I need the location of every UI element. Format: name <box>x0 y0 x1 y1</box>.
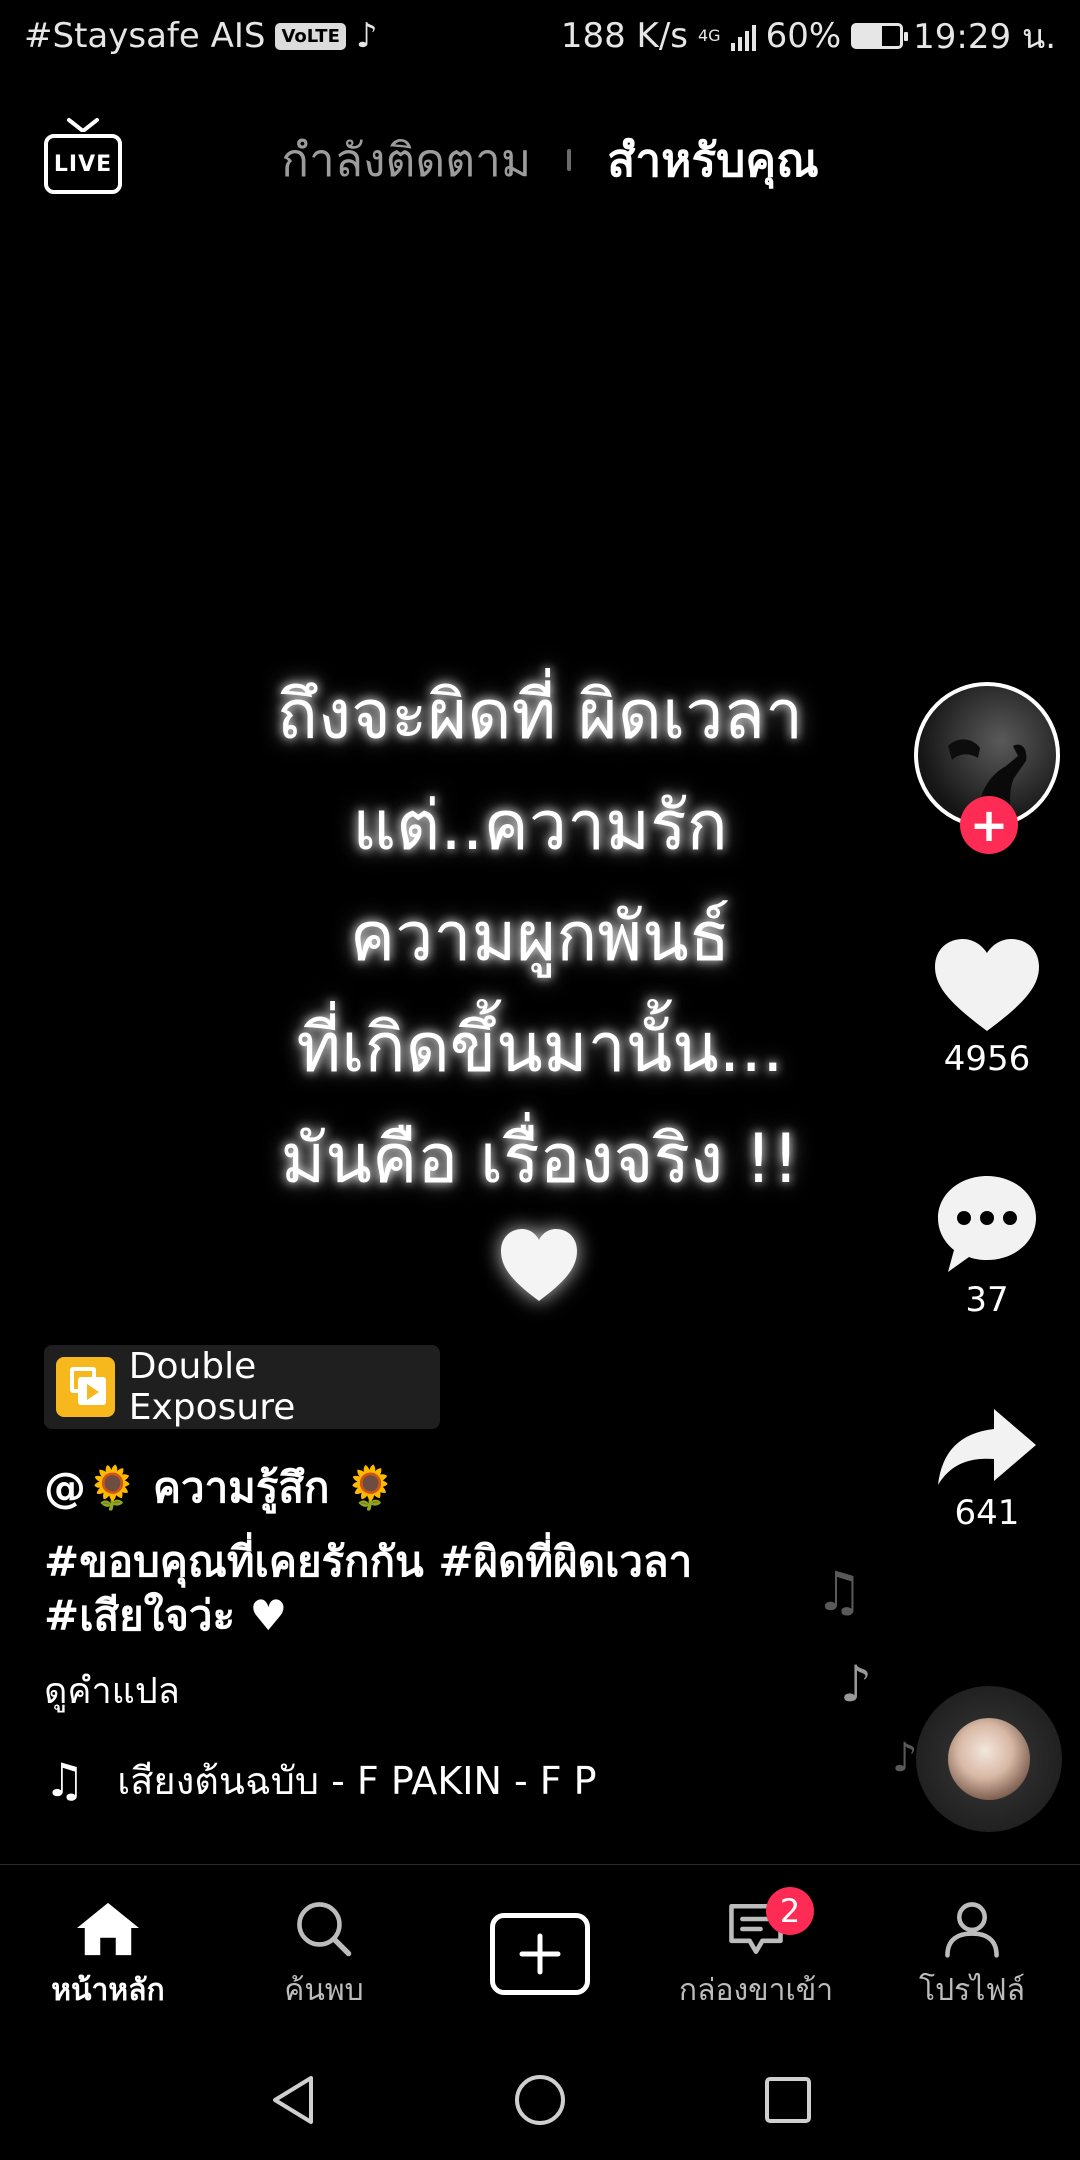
network-type: 4G <box>698 26 721 45</box>
bottom-nav: หน้าหลัก ค้นพบ 2 กล่องขาเข้า โปรไฟล์ <box>0 1864 1080 2014</box>
caption-hashtags-line2[interactable]: #เสียใจว่ะ ♥ <box>44 1589 844 1643</box>
feed-tabs: กำลังติดตาม สำหรับคุณ <box>0 110 1080 210</box>
home-circle-icon[interactable] <box>512 2072 568 2128</box>
effect-label: Double Exposure <box>128 1346 296 1428</box>
nav-inbox[interactable]: 2 กล่องขาเข้า <box>648 1865 864 2014</box>
caption-hashtags-line1[interactable]: #ขอบคุณที่เคยรักกัน #ผิดที่ผิดเวลา <box>44 1535 844 1589</box>
inbox-badge: 2 <box>766 1887 814 1935</box>
nav-home[interactable]: หน้าหลัก <box>0 1865 216 2014</box>
battery-percent: 60% <box>765 16 842 56</box>
share-icon[interactable] <box>934 1405 1040 1489</box>
creator-username[interactable]: @🌻 ความรู้สึก 🌻 <box>44 1455 396 1521</box>
nav-home-label: หน้าหลัก <box>51 1973 165 2008</box>
comment-count: 37 <box>965 1280 1009 1320</box>
sound-row[interactable]: ♫ เสียงต้นฉบับ - F PAKIN - F P <box>44 1755 604 1805</box>
sound-disc[interactable] <box>916 1686 1062 1832</box>
video-text-line: แต่..ความรัก <box>352 787 728 866</box>
sound-cover-avatar <box>948 1718 1030 1800</box>
tab-divider <box>567 149 572 171</box>
see-translation-link[interactable]: ดูคำแปล <box>44 1662 180 1719</box>
back-icon[interactable] <box>267 2072 317 2128</box>
tab-following[interactable]: กำลังติดตาม <box>281 124 531 197</box>
volte-badge: VoLTE <box>275 22 346 50</box>
recent-apps-icon[interactable] <box>763 2075 813 2125</box>
comment-action: 37 <box>920 1170 1054 1320</box>
top-nav: กำลังติดตาม สำหรับคุณ LIVE <box>0 110 1080 210</box>
video-overlay-text: ถึงจะผิดที่ ผิดเวลา แต่..ความรัก ความผูก… <box>160 660 920 1215</box>
post-caption: #ขอบคุณที่เคยรักกัน #ผิดที่ผิดเวลา #เสีย… <box>44 1535 844 1643</box>
search-icon <box>297 1902 352 1957</box>
sound-title: เสียงต้นฉบับ - F PAKIN - F P <box>117 1758 597 1803</box>
white-heart-icon <box>501 1229 577 1301</box>
live-button[interactable]: LIVE <box>44 118 122 202</box>
live-antenna-icon <box>67 118 99 132</box>
status-bar: #Staysafe AIS VoLTE ♪ 188 K/s 4G 60% 19:… <box>0 0 1080 72</box>
follow-plus-button[interactable]: + <box>960 796 1018 854</box>
floating-music-note-icon: ♪ <box>840 1655 872 1713</box>
video-text-line: ที่เกิดขึ้นมานั้น... <box>296 1009 784 1088</box>
floating-music-note-icon: ♫ <box>815 1560 864 1623</box>
music-note-icon: ♫ <box>44 1755 86 1805</box>
nav-profile[interactable]: โปรไฟล์ <box>864 1865 1080 2014</box>
like-count: 4956 <box>943 1039 1031 1079</box>
nav-discover-label: ค้นพบ <box>284 1973 364 2008</box>
carrier-name: #Staysafe AIS <box>24 16 266 56</box>
nav-inbox-label: กล่องขาเข้า <box>678 1973 834 2008</box>
system-nav-bar <box>0 2040 1080 2160</box>
status-left: #Staysafe AIS VoLTE ♪ <box>24 16 378 56</box>
like-action: 4956 <box>920 935 1054 1079</box>
comment-icon[interactable] <box>934 1170 1040 1276</box>
status-right: 188 K/s 4G 60% 19:29 น. <box>561 9 1056 63</box>
home-icon <box>77 1902 139 1956</box>
video-text-line: ความผูกพันธ์ <box>349 898 731 977</box>
signal-icon <box>730 21 756 51</box>
nav-create[interactable] <box>432 1865 648 2014</box>
effect-icon <box>56 1357 115 1417</box>
clock: 19:29 น. <box>913 17 1056 57</box>
video-text-line: ถึงจะผิดที่ ผิดเวลา <box>276 676 804 755</box>
creator-avatar-wrap: + <box>914 682 1060 854</box>
share-action: 641 <box>920 1405 1054 1533</box>
video-text-line: มันคือ เรื่องจริง !! <box>280 1120 800 1199</box>
battery-fill <box>854 26 882 46</box>
battery-icon <box>851 23 909 49</box>
tab-for-you[interactable]: สำหรับคุณ <box>607 124 819 197</box>
nav-discover[interactable]: ค้นพบ <box>216 1865 432 2014</box>
floating-music-note-icon: ♪ <box>892 1735 918 1781</box>
network-speed: 188 K/s <box>560 16 688 56</box>
share-count: 641 <box>954 1493 1020 1533</box>
create-button[interactable] <box>490 1913 590 1995</box>
plus-icon <box>519 1933 561 1975</box>
nav-profile-label: โปรไฟล์ <box>919 1973 1025 2008</box>
tiktok-notification-icon: ♪ <box>355 16 378 56</box>
heart-icon[interactable] <box>931 935 1043 1035</box>
tv-icon: LIVE <box>44 134 122 194</box>
effect-chip[interactable]: Double Exposure <box>44 1345 440 1429</box>
live-label: LIVE <box>53 151 113 177</box>
profile-icon <box>945 1902 999 1958</box>
